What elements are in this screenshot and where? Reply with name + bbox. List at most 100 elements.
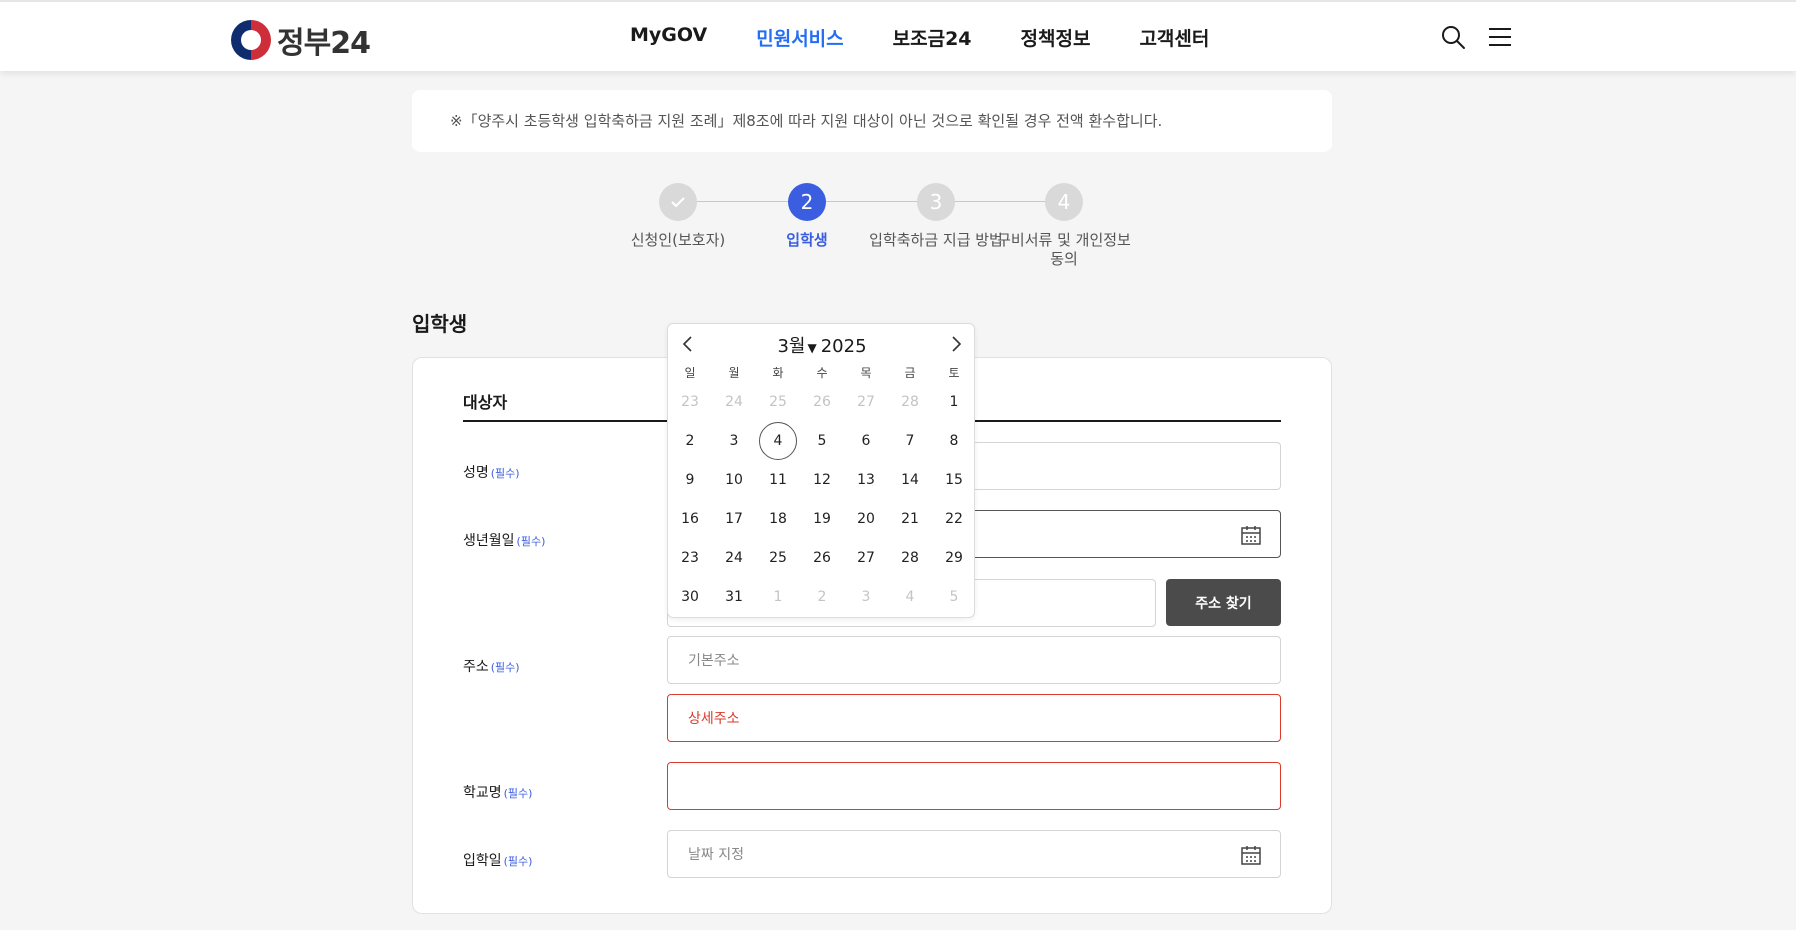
search-icon[interactable] — [1440, 24, 1466, 50]
calendar-day[interactable]: 23 — [668, 538, 712, 577]
calendar-day[interactable]: 26 — [800, 538, 844, 577]
card-title: 대상자 — [463, 393, 508, 412]
menu-icon[interactable] — [1487, 24, 1513, 50]
required-mark: (필수) — [490, 467, 520, 480]
calendar-day-number: 22 — [945, 510, 963, 527]
notice-box: ※「양주시 초등학생 입학축하금 지원 조례」제8조에 따라 지원 대상이 아닌… — [412, 90, 1332, 152]
entry-date-input[interactable]: 날짜 지정 — [667, 830, 1281, 878]
calendar-day[interactable]: 24 — [712, 538, 756, 577]
calendar-day[interactable]: 14 — [888, 460, 932, 499]
calendar-day-number: 18 — [769, 510, 787, 527]
calendar-day[interactable]: 20 — [844, 499, 888, 538]
month-select[interactable]: 3월 ▼ — [777, 336, 820, 357]
calendar-day[interactable]: 4 — [888, 577, 932, 616]
weekday-row: 일 월 화 수 목 금 토 — [668, 362, 976, 382]
calendar-day[interactable]: 30 — [668, 577, 712, 616]
calendar-day[interactable]: 8 — [932, 421, 976, 460]
required-mark: (필수) — [503, 855, 533, 868]
calendar-day[interactable]: 6 — [844, 421, 888, 460]
calendar-day[interactable]: 28 — [888, 538, 932, 577]
taegeuk-logo-icon — [231, 20, 271, 60]
base-address-input[interactable]: 기본주소 — [667, 636, 1281, 684]
calendar-day[interactable]: 16 — [668, 499, 712, 538]
step-3-circle: 3 — [917, 183, 955, 221]
calendar-day[interactable]: 28 — [888, 382, 932, 421]
calendar-icon[interactable] — [1240, 844, 1262, 866]
calendar-day-number: 10 — [725, 471, 743, 488]
calendar-day[interactable]: 18 — [756, 499, 800, 538]
datepicker-popup: 3월 ▼ 2025 일 월 화 수 목 금 토 23 24 25 26 27 28 1 2 3 4 5 6… — [667, 323, 975, 618]
nav-subsidy24[interactable]: 보조금24 — [893, 24, 972, 51]
step-2-circle: 2 — [788, 183, 826, 221]
nav-mygov[interactable]: MyGOV — [630, 24, 707, 51]
address-search-button[interactable]: 주소 찾기 — [1166, 579, 1281, 626]
calendar-week-row: 2 3 4 5 6 7 8 — [668, 421, 976, 460]
calendar-day[interactable]: 15 — [932, 460, 976, 499]
address-label: 주소 (필수) — [463, 656, 520, 676]
weekday: 월 — [728, 365, 740, 380]
calendar-day[interactable]: 11 — [756, 460, 800, 499]
weekday: 목 — [860, 365, 872, 380]
calendar-day[interactable]: 3 — [712, 421, 756, 460]
year-value[interactable]: 2025 — [821, 336, 867, 357]
calendar-day-number: 26 — [813, 549, 831, 566]
entry-date-label-text: 입학일 — [463, 853, 502, 869]
calendar-day-number: 11 — [769, 471, 787, 488]
calendar-day[interactable]: 13 — [844, 460, 888, 499]
calendar-day[interactable]: 3 — [844, 577, 888, 616]
calendar-day[interactable]: 17 — [712, 499, 756, 538]
calendar-day[interactable]: 1 — [932, 382, 976, 421]
detail-address-input[interactable]: 상세주소 — [667, 694, 1281, 742]
calendar-day-number: 3 — [729, 432, 739, 449]
name-label: 성명 (필수) — [463, 462, 520, 482]
weekday: 수 — [816, 365, 828, 380]
calendar-day-today[interactable]: 4 — [756, 421, 800, 460]
calendar-day[interactable]: 10 — [712, 460, 756, 499]
calendar-day[interactable]: 12 — [800, 460, 844, 499]
calendar-day[interactable]: 23 — [668, 382, 712, 421]
calendar-day-number: 24 — [725, 393, 743, 410]
logo[interactable]: 정부24 — [231, 18, 371, 62]
calendar-day[interactable]: 25 — [756, 538, 800, 577]
step-4-label-line1: 구비서류 및 개인정보 — [997, 231, 1131, 249]
calendar-day[interactable]: 25 — [756, 382, 800, 421]
calendar-day[interactable]: 2 — [800, 577, 844, 616]
calendar-day-number: 4 — [905, 588, 915, 605]
calendar-day-number: 6 — [861, 432, 871, 449]
calendar-day[interactable]: 19 — [800, 499, 844, 538]
calendar-day[interactable]: 7 — [888, 421, 932, 460]
birth-label-text: 생년월일 — [463, 533, 515, 549]
step-4-label: 구비서류 및 개인정보 동의 — [984, 231, 1144, 269]
calendar-day[interactable]: 5 — [800, 421, 844, 460]
main-nav: MyGOV 민원서비스 보조금24 정책정보 고객센터 — [630, 24, 1258, 51]
step-4-label-line2: 동의 — [1050, 250, 1078, 268]
site-header: 정부24 MyGOV 민원서비스 보조금24 정책정보 고객센터 — [0, 0, 1796, 71]
calendar-day-number: 2 — [817, 588, 827, 605]
nav-policy-info[interactable]: 정책정보 — [1021, 24, 1091, 51]
school-name-input[interactable] — [667, 762, 1281, 810]
nav-civil-service[interactable]: 민원서비스 — [756, 24, 843, 51]
nav-customer-center[interactable]: 고객센터 — [1139, 24, 1209, 51]
calendar-day[interactable]: 9 — [668, 460, 712, 499]
calendar-day[interactable]: 22 — [932, 499, 976, 538]
calendar-day-number: 23 — [681, 393, 699, 410]
calendar-day[interactable]: 21 — [888, 499, 932, 538]
calendar-day-number: 30 — [681, 588, 699, 605]
calendar-day[interactable]: 29 — [932, 538, 976, 577]
calendar-day[interactable]: 27 — [844, 538, 888, 577]
chevron-right-icon[interactable] — [944, 332, 968, 356]
birth-label: 생년월일 (필수) — [463, 530, 545, 550]
required-mark: (필수) — [490, 661, 520, 674]
calendar-day[interactable]: 26 — [800, 382, 844, 421]
calendar-day[interactable]: 2 — [668, 421, 712, 460]
calendar-weeks: 23 24 25 26 27 28 1 2 3 4 5 6 7 8 9 10 11 12 13 14 15 16 17 18 1… — [668, 382, 976, 616]
calendar-day-number: 17 — [725, 510, 743, 527]
calendar-day[interactable]: 5 — [932, 577, 976, 616]
calendar-day[interactable]: 31 — [712, 577, 756, 616]
calendar-icon[interactable] — [1240, 524, 1262, 546]
required-mark: (필수) — [503, 787, 533, 800]
calendar-day[interactable]: 24 — [712, 382, 756, 421]
calendar-day-number: 1 — [949, 393, 959, 410]
calendar-day[interactable]: 1 — [756, 577, 800, 616]
calendar-day[interactable]: 27 — [844, 382, 888, 421]
